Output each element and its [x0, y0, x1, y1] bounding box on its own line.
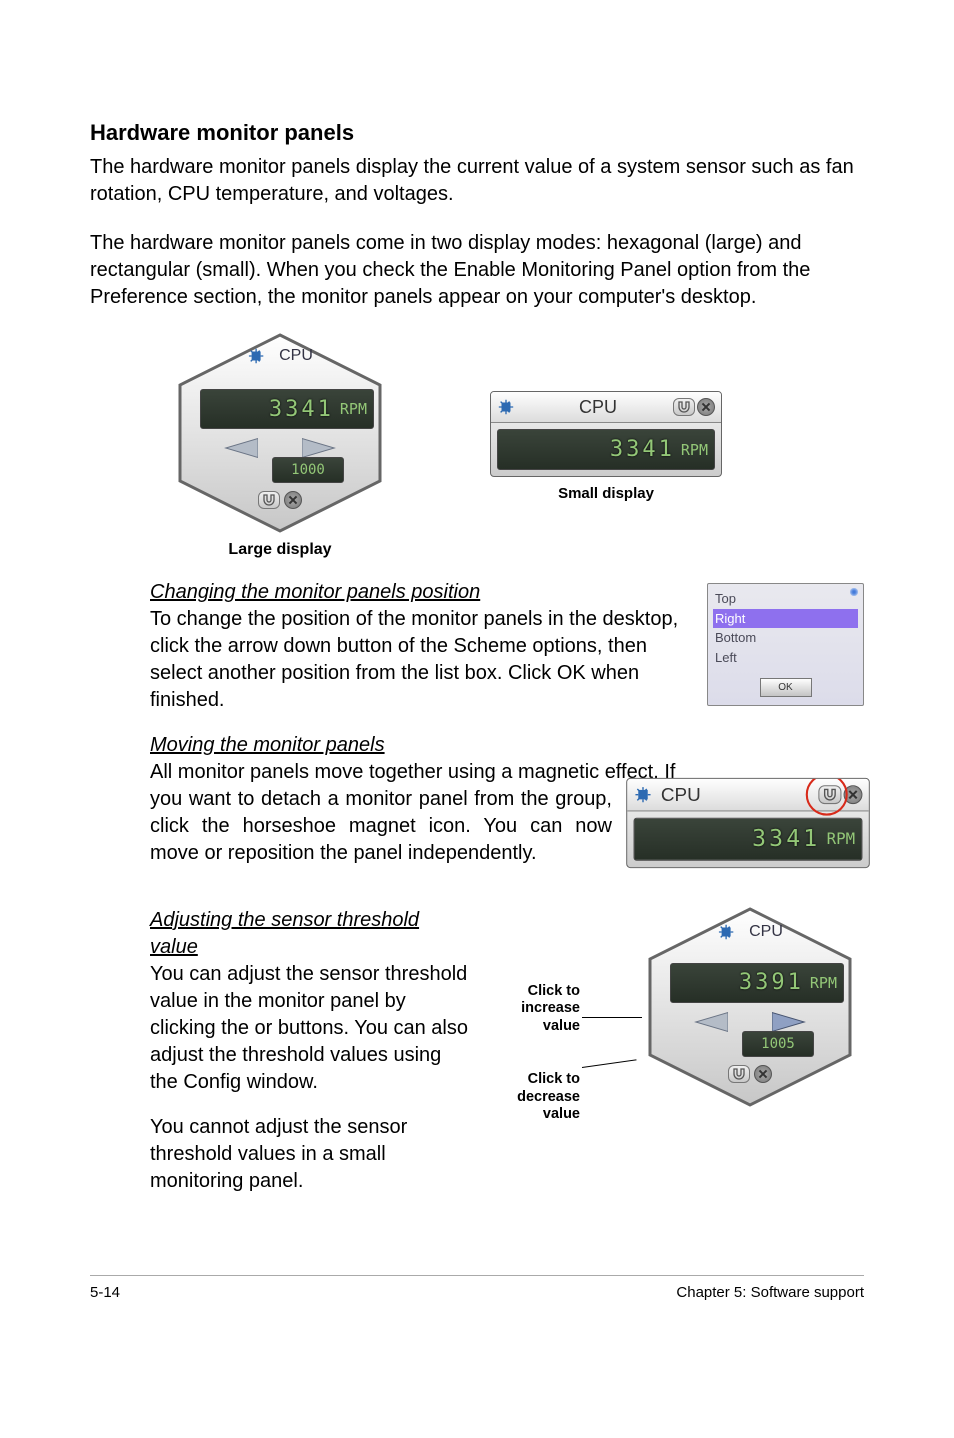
subtext-position: To change the position of the monitor pa…: [150, 608, 678, 711]
click-increase-label: Click to increase value: [490, 983, 580, 1035]
sensor-unit: RPM: [340, 400, 367, 418]
subheading-position: Changing the monitor panels position: [150, 581, 480, 603]
sensor-value: 3341: [752, 824, 820, 855]
leader-line: [582, 1017, 642, 1018]
caption-large: Large display: [150, 541, 410, 559]
paragraph-2: The hardware monitor panels come in two …: [90, 230, 864, 311]
threshold-value: 1000: [272, 457, 344, 483]
page-number: 5-14: [90, 1284, 120, 1301]
sensor-value: 3341: [269, 397, 334, 422]
caption-small: Small display: [490, 485, 722, 502]
footer-rule: [90, 1275, 864, 1276]
threshold-value: 1005: [742, 1031, 814, 1057]
sensor-unit: RPM: [810, 973, 837, 993]
magnet-icon[interactable]: [728, 1065, 750, 1083]
cpu-icon: [497, 398, 515, 416]
dropdown-indicator: [850, 588, 858, 596]
magnet-icon[interactable]: [258, 491, 280, 509]
click-decrease-label: Click to decrease value: [490, 1071, 580, 1123]
chapter-label: Chapter 5: Software support: [676, 1284, 864, 1301]
panel-label: CPU: [279, 347, 313, 365]
heading: Hardware monitor panels: [90, 120, 864, 146]
decrease-button[interactable]: [220, 433, 258, 463]
position-dropdown[interactable]: Top Right Bottom Left OK: [707, 583, 864, 706]
decrease-button[interactable]: [690, 1007, 728, 1037]
close-icon[interactable]: [284, 491, 302, 509]
sensor-unit: RPM: [827, 829, 855, 850]
close-icon[interactable]: [754, 1065, 772, 1083]
subheading-threshold: Adjusting the sensor threshold value: [150, 909, 419, 958]
cpu-icon: [717, 923, 735, 941]
subtext-threshold-2: You cannot adjust the sensor threshold v…: [150, 1116, 407, 1192]
paragraph-1: The hardware monitor panels display the …: [90, 154, 864, 208]
leader-line: [582, 1059, 637, 1068]
panel-title: CPU: [717, 921, 783, 943]
sensor-unit: RPM: [681, 441, 708, 459]
dropdown-item[interactable]: Left: [713, 648, 858, 668]
cpu-icon: [247, 347, 265, 365]
sensor-value: 3391: [739, 968, 804, 998]
magnet-icon[interactable]: [673, 398, 695, 416]
panel-title: CPU: [247, 347, 313, 365]
sensor-value: 3341: [610, 437, 675, 462]
dropdown-item[interactable]: Bottom: [713, 628, 858, 648]
highlight-circle: [806, 778, 848, 816]
subheading-moving: Moving the monitor panels: [150, 734, 385, 756]
dropdown-item[interactable]: Right: [713, 609, 858, 629]
cpu-icon: [634, 785, 653, 804]
small-panel[interactable]: CPU 3341 RPM: [490, 391, 722, 477]
ok-button[interactable]: OK: [760, 678, 812, 697]
panel-label: CPU: [523, 397, 673, 418]
close-icon[interactable]: [697, 398, 715, 416]
dropdown-item[interactable]: Top: [713, 589, 858, 609]
subtext-threshold-1: You can adjust the sensor threshold valu…: [150, 963, 468, 1093]
panel-label: CPU: [661, 782, 819, 808]
threshold-panel[interactable]: CPU 3391 RPM 1005: [640, 907, 860, 1107]
detach-panel[interactable]: CPU 3341 RPM: [626, 778, 870, 868]
large-panel[interactable]: CPU 3341 RPM 1000: [170, 333, 390, 533]
panel-label: CPU: [749, 921, 783, 943]
